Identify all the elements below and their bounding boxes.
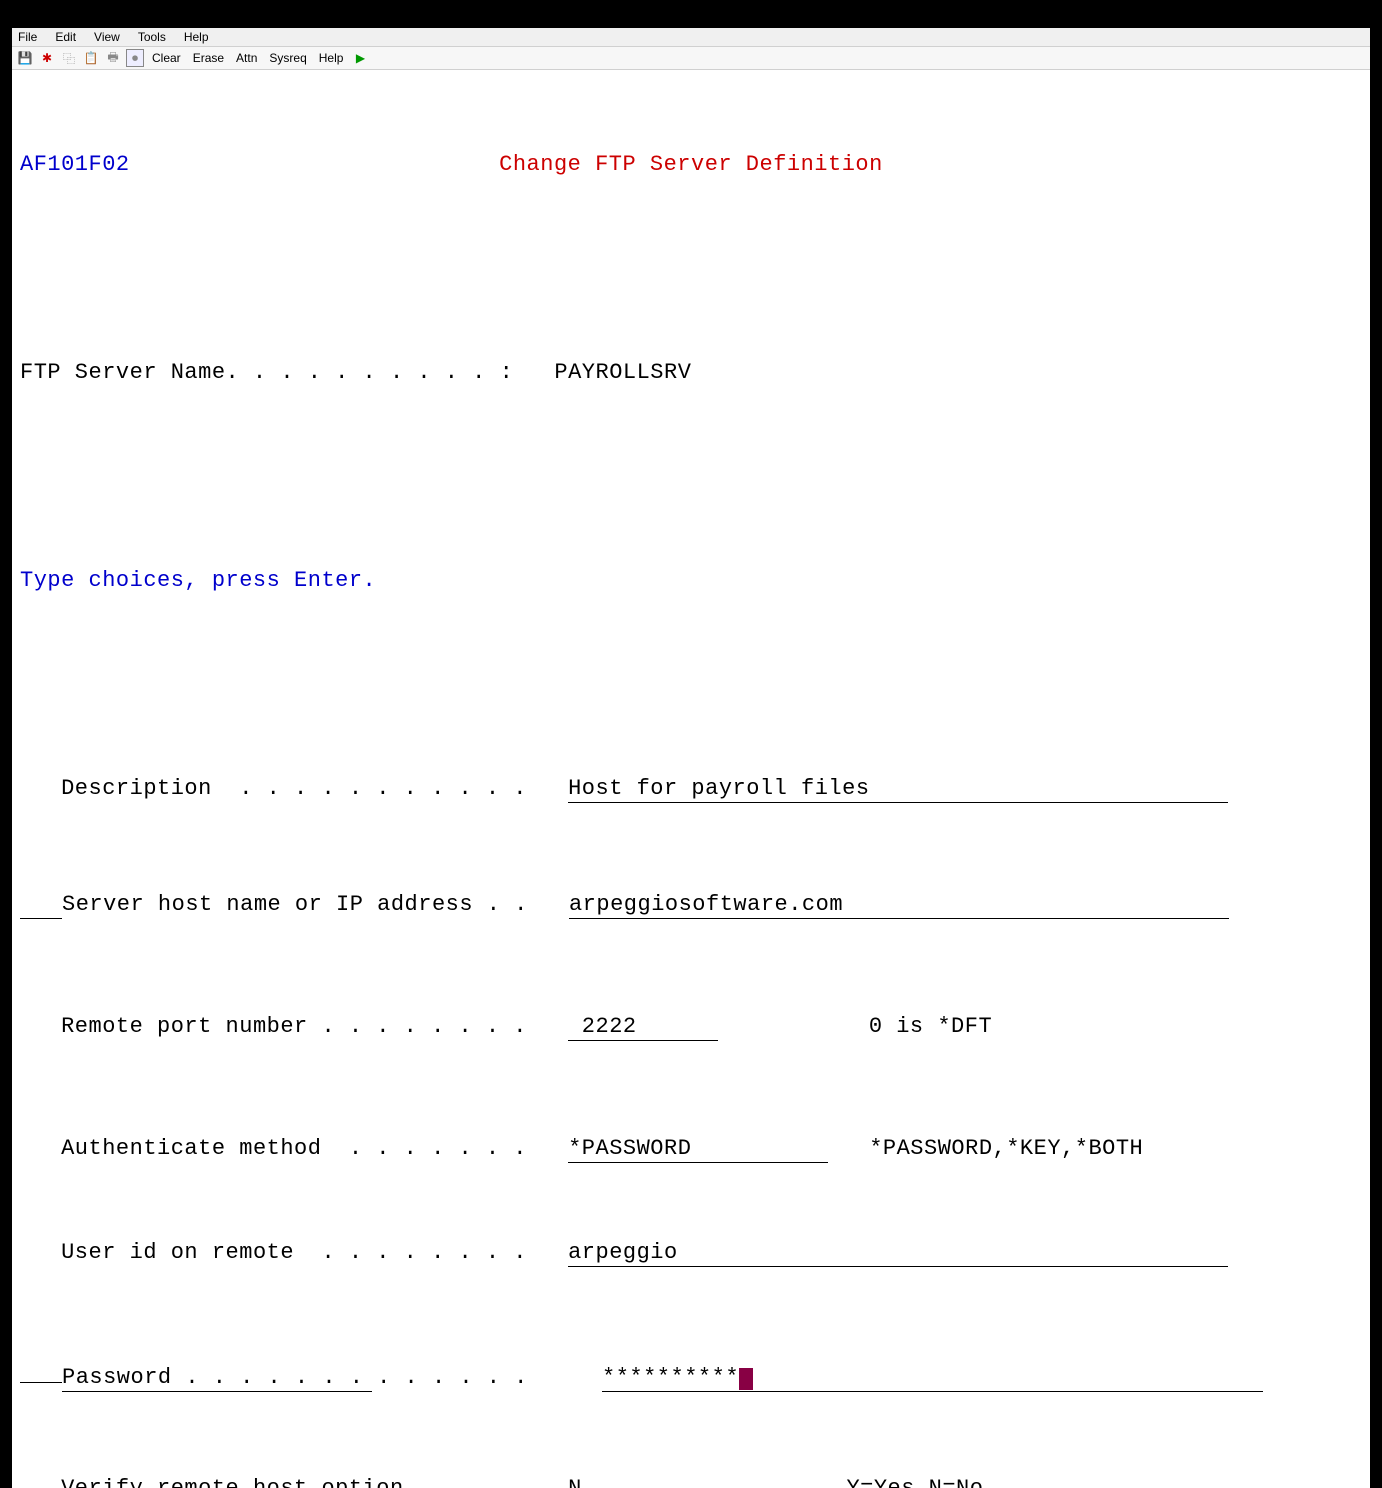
menubar: File Edit View Tools Help [12,28,1370,47]
description-label: Description . . . . . . . . . . . [61,776,527,802]
print-icon[interactable]: 🖶 [104,49,122,67]
toolbar-sysreq[interactable]: Sysreq [265,51,310,65]
toolbar: 💾 ✱ ⿻ 📋 🖶 ⏺ Clear Erase Attn Sysreq Help… [12,47,1370,70]
description-input[interactable]: Host for payroll files [568,776,1228,803]
play-icon[interactable]: ▶ [351,49,369,67]
menu-view[interactable]: View [94,30,120,44]
userid-label: User id on remote . . . . . . . . [61,1240,527,1266]
instructions: Type choices, press Enter. [20,568,376,594]
server-name-label: FTP Server Name. . . . . . . . . . : [20,360,513,386]
menu-help[interactable]: Help [184,30,209,44]
verify-label: Verify remote host option . . . . [61,1476,527,1488]
copy-icon[interactable]: ⿻ [60,49,78,67]
page-title: Change FTP Server Definition [20,152,1362,178]
menu-file[interactable]: File [18,30,37,44]
toolbar-attn[interactable]: Attn [232,51,261,65]
auth-input[interactable]: *PASSWORD [568,1136,828,1163]
toolbar-help[interactable]: Help [315,51,348,65]
hostname-input[interactable]: arpeggiosoftware.com [569,892,1229,919]
port-label: Remote port number . . . . . . . . [61,1014,527,1040]
auth-hint: *PASSWORD,*KEY,*BOTH [869,1136,1143,1162]
toolbar-clear[interactable]: Clear [148,51,185,65]
password-input[interactable]: ********** [602,1365,1263,1392]
terminal-screen[interactable]: AF101F02 Change FTP Server Definition FT… [12,70,1370,1488]
hostname-label: Server host name or IP address . . [62,892,528,918]
userid-input[interactable]: arpeggio [568,1240,1228,1267]
menu-edit[interactable]: Edit [55,30,76,44]
menu-tools[interactable]: Tools [138,30,166,44]
paste-icon[interactable]: 📋 [82,49,100,67]
save-icon[interactable]: 💾 [16,49,34,67]
text-cursor [739,1368,753,1390]
hotspot-icon[interactable]: ✱ [38,49,56,67]
password-label: Password . . . . . . . . . . . . . [62,1365,372,1392]
port-input[interactable]: 2222 [568,1014,718,1041]
auth-label: Authenticate method . . . . . . . [61,1136,527,1162]
toolbar-erase[interactable]: Erase [189,51,228,65]
verify-hint: Y=Yes,N=No [846,1476,983,1488]
record-icon[interactable]: ⏺ [126,49,144,67]
verify-input[interactable]: N [568,1476,586,1488]
emulator-window: File Edit View Tools Help 💾 ✱ ⿻ 📋 🖶 ⏺ Cl… [12,28,1370,732]
port-hint: 0 is *DFT [869,1014,992,1040]
server-name-value: PAYROLLSRV [554,360,691,386]
